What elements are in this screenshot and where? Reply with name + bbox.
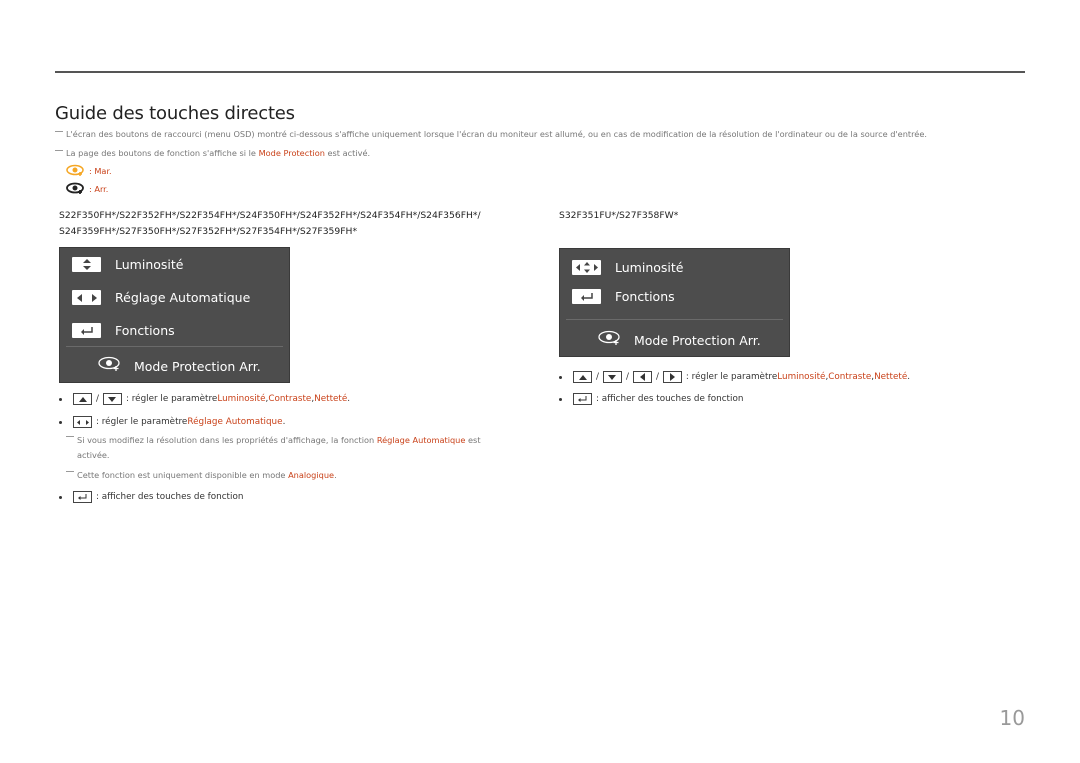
left-bullet-functions: : afficher des touches de fonction: [59, 491, 243, 503]
note-dash: [66, 436, 74, 437]
sub-note-analog: Cette fonction est uniquement disponible…: [66, 468, 337, 483]
model-line: S24F359FH*/S27F350FH*/S27F352FH*/S27F354…: [59, 226, 358, 237]
sep: .: [347, 394, 351, 404]
left-bullet-auto: : régler le paramètre Réglage Automatiqu…: [59, 416, 285, 428]
left-key-icon: [632, 371, 652, 383]
note-osd: L'écran des boutons de raccourci (menu O…: [55, 129, 927, 139]
osd-mode-protection[interactable]: Mode Protection Arr.: [598, 330, 761, 350]
note-text: .: [334, 470, 337, 480]
enter-key-icon: [73, 491, 92, 503]
legend-on: : Mar.: [66, 164, 112, 178]
note-dash: [66, 471, 74, 472]
osd-item-label: Luminosité: [615, 260, 684, 275]
down-key-icon: [602, 371, 622, 383]
right-osd-panel: Luminosité Fonctions Mode Protection Arr…: [559, 248, 790, 357]
legend-off-label: : Arr.: [89, 184, 109, 194]
note-text: Cette fonction est uniquement disponible…: [77, 470, 289, 480]
bullet-text: : régler le paramètre: [125, 394, 218, 404]
note-dash: [55, 150, 63, 151]
eye-protection-off-icon: [98, 356, 122, 376]
left-right-arrows-icon: [72, 290, 101, 305]
bullet-text: : régler le paramètre: [96, 417, 188, 427]
osd-item-label: Réglage Automatique: [115, 290, 251, 305]
luminosite-link: Luminosité: [217, 394, 266, 404]
contraste-link: Contraste: [268, 394, 312, 404]
osd-item-label: Fonctions: [615, 289, 675, 304]
up-down-arrows-icon: [72, 257, 101, 272]
note-text: Si vous modifiez la résolution dans les …: [77, 435, 377, 445]
analogique-link: Analogique: [288, 470, 335, 480]
left-model-list: S22F350FH*/S22F352FH*/S22F354FH*/S24F350…: [59, 208, 481, 240]
osd-item-luminosite[interactable]: Luminosité: [72, 257, 183, 272]
enter-key-icon: [573, 393, 592, 405]
right-bullet-brightness: / / / : régler le paramètre Luminosité, …: [559, 371, 910, 383]
reglage-automatique-link: Réglage Automatique: [187, 417, 283, 427]
left-bullet-brightness: / : régler le paramètre Luminosité, Cont…: [59, 393, 350, 405]
sep: .: [907, 372, 911, 382]
bullet-text: : afficher des touches de fonction: [96, 492, 244, 502]
bullet-dot: [59, 420, 62, 424]
osd-item-label: Luminosité: [115, 257, 184, 272]
slash: /: [96, 394, 99, 404]
legend-on-label: : Mar.: [89, 166, 112, 176]
up-key-icon: [73, 393, 92, 405]
left-osd-panel: Luminosité Réglage Automatique Fonctions…: [59, 247, 290, 383]
bullet-dot: [559, 397, 562, 401]
down-key-icon: [102, 393, 122, 405]
sep: .: [282, 417, 286, 427]
osd-item-reglage-automatique[interactable]: Réglage Automatique: [72, 290, 250, 305]
osd-item-label: Fonctions: [115, 323, 175, 338]
eye-protection-off-icon: [598, 330, 622, 350]
mode-protection-link: Mode Protection: [258, 148, 325, 158]
note-text: est: [465, 435, 481, 445]
right-key-icon: [662, 371, 682, 383]
note-protection: La page des boutons de fonction s'affich…: [55, 148, 370, 158]
note-text: est activé.: [324, 148, 371, 158]
luminosite-link: Luminosité: [777, 372, 826, 382]
note-text: activée.: [77, 450, 110, 460]
enter-return-icon: [72, 323, 101, 338]
model-line: S22F350FH*/S22F352FH*/S22F354FH*/S24F350…: [59, 210, 481, 221]
slash: /: [596, 372, 599, 382]
page-title: Guide des touches directes: [55, 103, 295, 125]
enter-return-icon: [572, 289, 601, 304]
right-model-list: S32F351FU*/S27F358FW*: [559, 210, 679, 221]
eye-protection-on-icon: [66, 164, 86, 178]
top-rule: [55, 71, 1025, 73]
osd-item-fonctions[interactable]: Fonctions: [572, 289, 675, 304]
four-way-arrows-icon: [572, 260, 601, 275]
osd-item-fonctions[interactable]: Fonctions: [72, 323, 175, 338]
left-right-key-icon: [73, 416, 92, 428]
nettete-link: Netteté: [874, 372, 908, 382]
slash: /: [655, 372, 659, 382]
osd-mode-label: Mode Protection Arr.: [134, 358, 261, 374]
osd-mode-label: Mode Protection Arr.: [634, 332, 761, 348]
bullet-dot: [59, 397, 62, 401]
osd-item-luminosite[interactable]: Luminosité: [572, 260, 683, 275]
slash: /: [625, 372, 629, 382]
contraste-link: Contraste: [828, 372, 872, 382]
note-text: La page des boutons de fonction s'affich…: [66, 148, 259, 158]
legend-off: : Arr.: [66, 182, 108, 196]
bullet-dot: [559, 375, 562, 379]
osd-separator: [566, 319, 783, 320]
note-text: L'écran des boutons de raccourci (menu O…: [66, 129, 927, 139]
osd-mode-protection[interactable]: Mode Protection Arr.: [98, 356, 261, 376]
reglage-automatique-link: Réglage Automatique: [376, 435, 466, 445]
page-number: 10: [999, 706, 1025, 730]
right-bullet-functions: : afficher des touches de fonction: [559, 393, 743, 405]
osd-separator: [66, 346, 283, 347]
bullet-text: : afficher des touches de fonction: [596, 394, 744, 404]
bullet-dot: [59, 495, 62, 499]
up-key-icon: [573, 371, 592, 383]
nettete-link: Netteté: [314, 394, 348, 404]
eye-protection-off-icon: [66, 182, 86, 196]
bullet-text: : régler le paramètre: [685, 372, 778, 382]
sub-note-resolution: Si vous modifiez la résolution dans les …: [66, 433, 506, 463]
note-dash: [55, 131, 63, 132]
